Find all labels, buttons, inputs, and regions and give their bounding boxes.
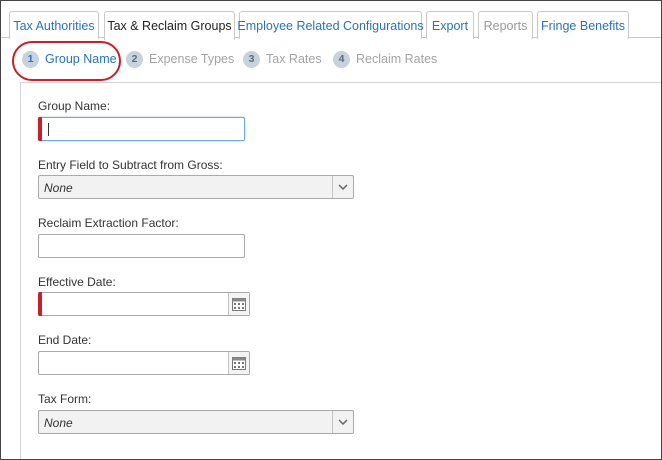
reclaim-factor-input[interactable] bbox=[38, 234, 245, 258]
tab-tax-authorities[interactable]: Tax Authorities bbox=[9, 11, 99, 39]
tab-tax-reclaim-groups[interactable]: Tax & Reclaim Groups bbox=[104, 11, 235, 40]
tax-form-value: None bbox=[44, 416, 73, 430]
entry-field-value: None bbox=[44, 181, 73, 195]
step-expense-types[interactable]: 2 Expense Types bbox=[126, 50, 234, 68]
chevron-down-icon[interactable] bbox=[332, 411, 353, 433]
step-number-badge: 2 bbox=[126, 50, 143, 68]
end-date-label: End Date: bbox=[38, 333, 92, 347]
tab-employee-related-configurations[interactable]: Employee Related Configurations bbox=[237, 11, 424, 39]
tab-bar: Tax Authorities Tax & Reclaim Groups Emp… bbox=[1, 1, 661, 40]
reclaim-factor-label: Reclaim Extraction Factor: bbox=[38, 216, 179, 230]
calendar-icon[interactable] bbox=[228, 352, 249, 374]
chevron-down-icon[interactable] bbox=[332, 176, 353, 198]
tab-fringe-benefits[interactable]: Fringe Benefits bbox=[537, 11, 629, 39]
step-label: Expense Types bbox=[149, 52, 235, 66]
required-indicator bbox=[38, 117, 42, 141]
tab-reports: Reports bbox=[478, 11, 533, 39]
entry-field-select[interactable]: None bbox=[38, 175, 354, 199]
text-cursor bbox=[48, 123, 49, 136]
effective-date-label: Effective Date: bbox=[38, 275, 116, 289]
tab-export[interactable]: Export bbox=[426, 11, 474, 39]
entry-field-label: Entry Field to Subtract from Gross: bbox=[38, 158, 223, 172]
required-indicator bbox=[38, 292, 42, 316]
effective-date-input[interactable] bbox=[38, 292, 250, 316]
group-name-label: Group Name: bbox=[38, 99, 111, 113]
step-tax-rates[interactable]: 3 Tax Rates bbox=[243, 50, 322, 68]
step-number-badge: 4 bbox=[333, 50, 350, 68]
end-date-input[interactable] bbox=[38, 351, 250, 375]
tax-form-label: Tax Form: bbox=[38, 392, 92, 406]
calendar-icon[interactable] bbox=[228, 293, 249, 315]
highlight-ring-annotation bbox=[12, 41, 121, 81]
group-name-input[interactable] bbox=[38, 117, 245, 141]
step-label: Reclaim Rates bbox=[356, 52, 438, 66]
step-reclaim-rates[interactable]: 4 Reclaim Rates bbox=[333, 50, 437, 68]
step-label: Tax Rates bbox=[266, 52, 322, 66]
tax-form-select[interactable]: None bbox=[38, 410, 354, 434]
step-number-badge: 3 bbox=[243, 50, 260, 68]
